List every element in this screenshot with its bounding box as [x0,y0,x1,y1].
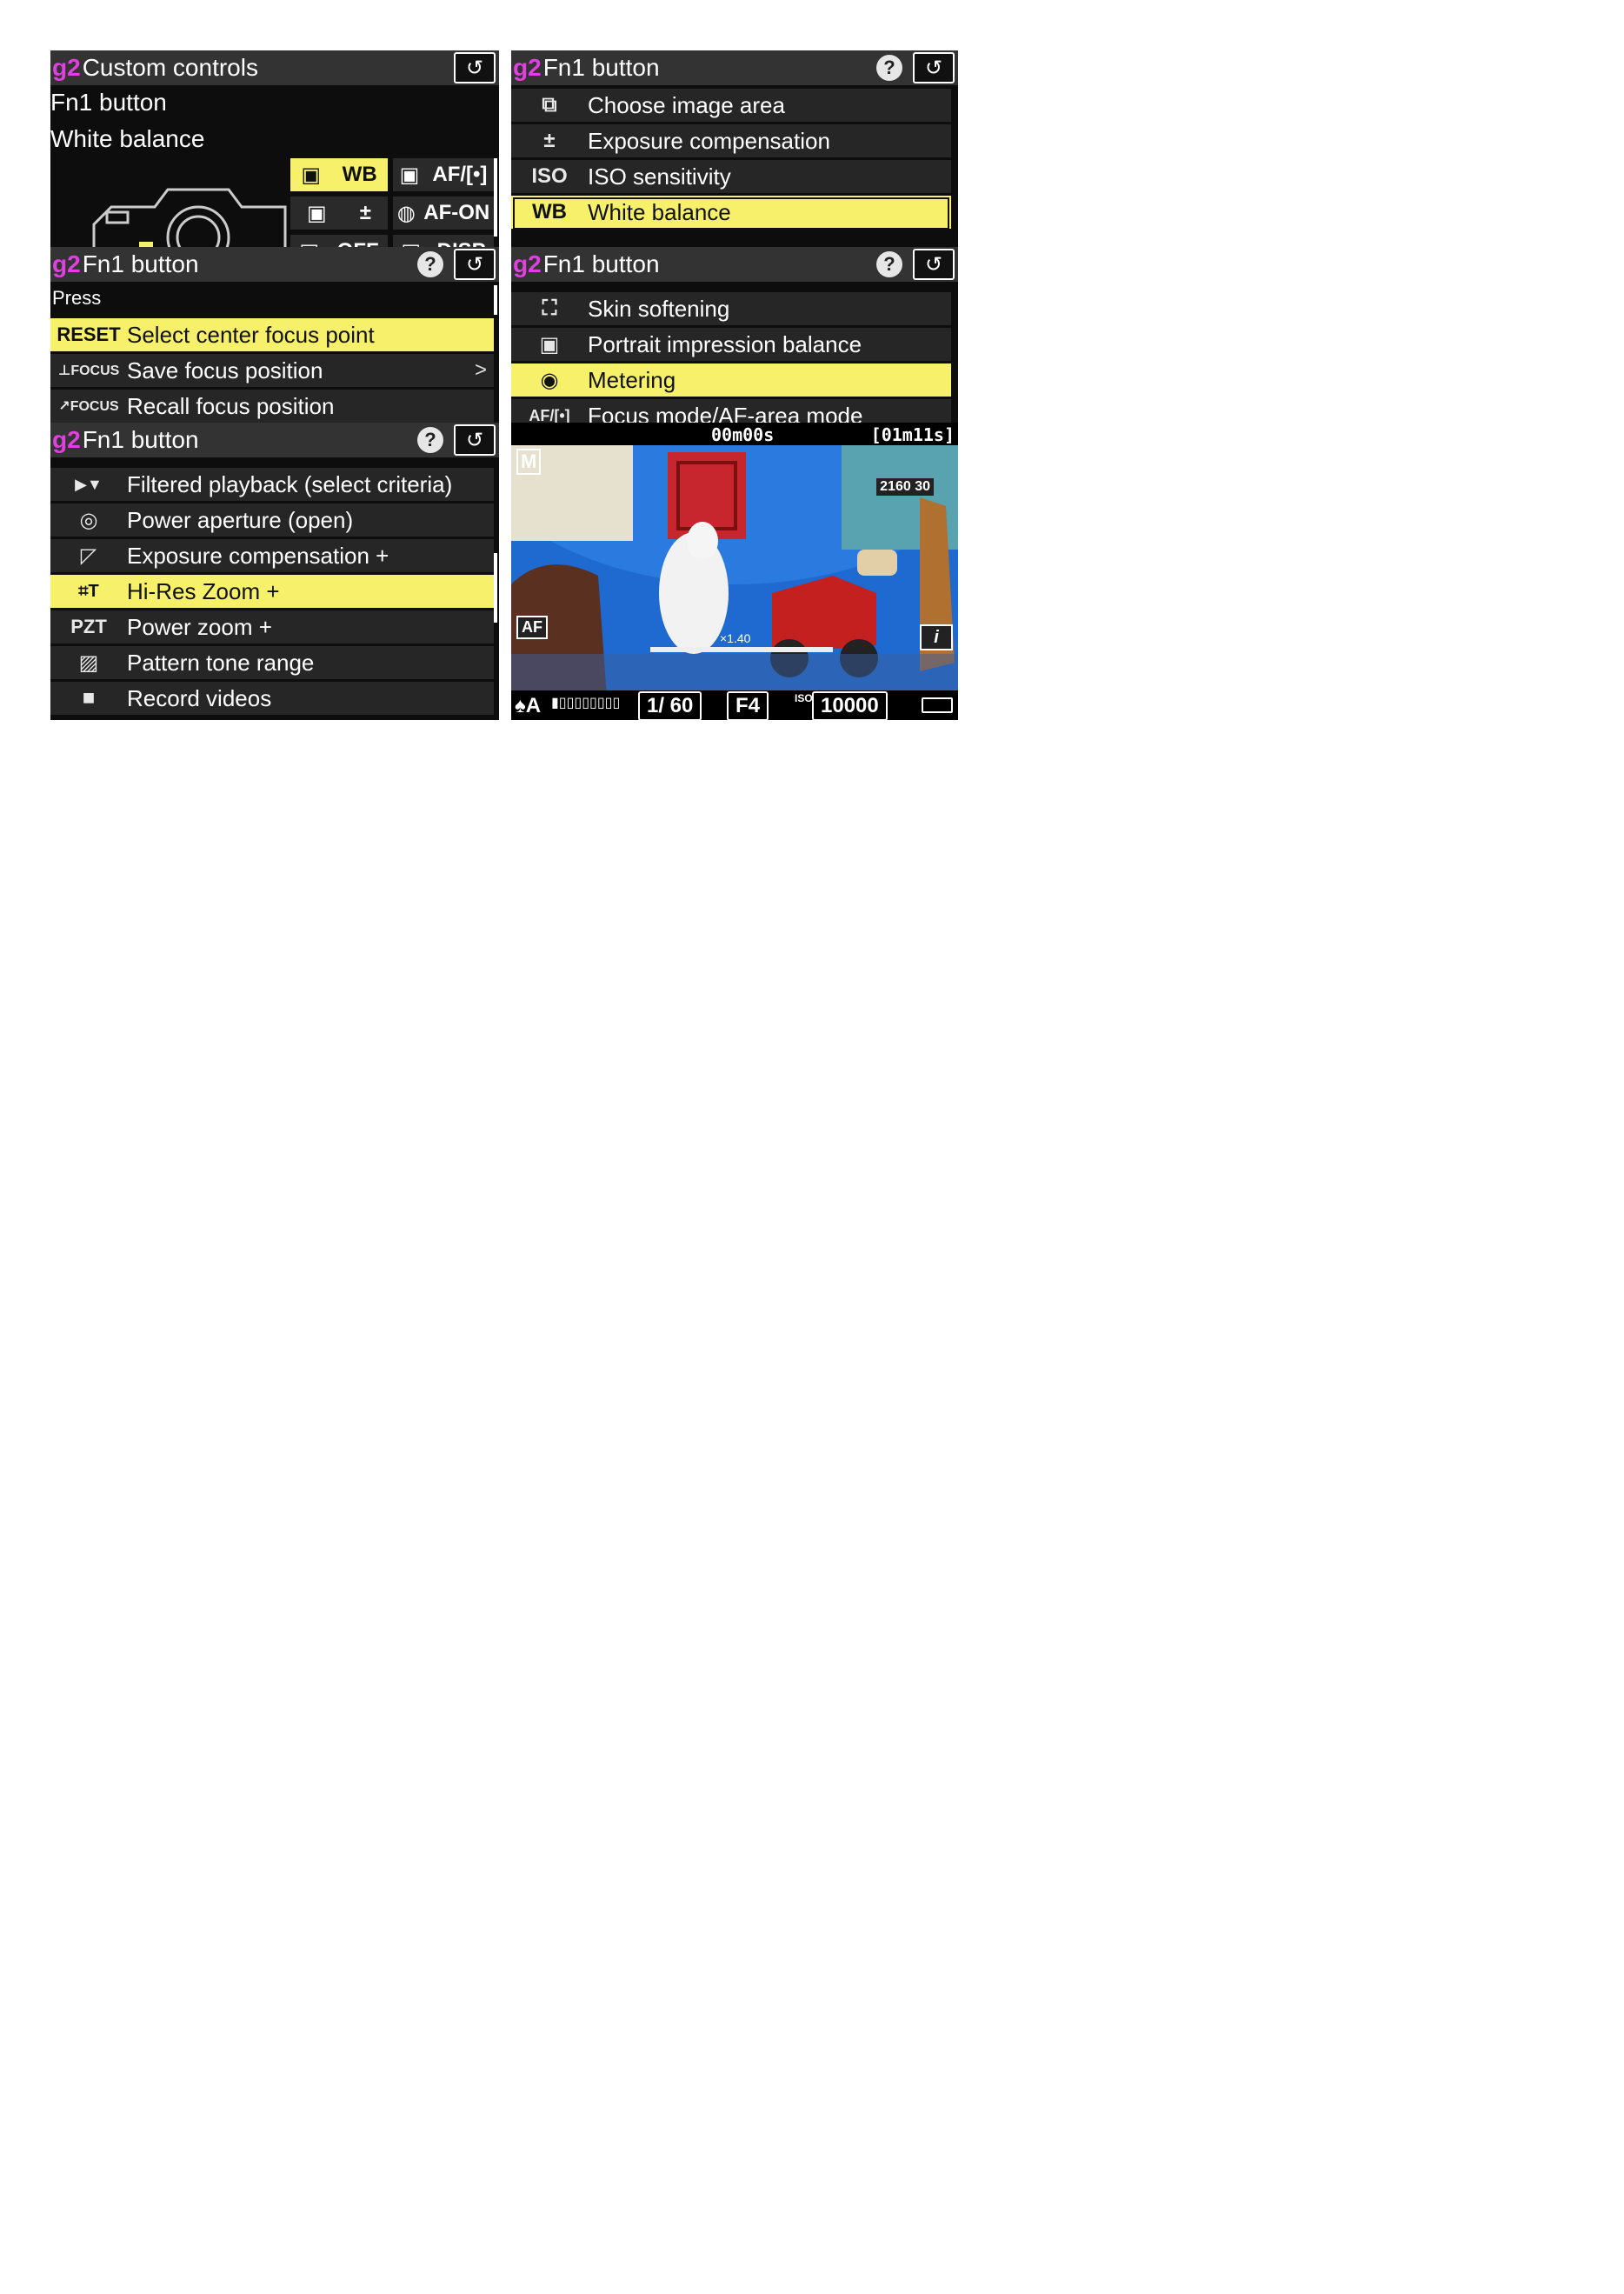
section-tag: g2 [513,54,542,81]
menu-item-portrait-impression-balance[interactable]: ▣ Portrait impression balance [511,328,951,363]
record-timer: 00m00s [711,424,775,445]
grid-cell-af-area[interactable]: ▣ AF/[•] [393,158,494,191]
menu-title: Fn1 button [542,54,660,81]
fn1-menu-panel-a: g2 Fn1 button ? ↺ ⧉ Choose image area ± … [511,50,958,247]
menu-header: g2 Custom controls ↺ [50,50,499,85]
menu-item-skin-softening[interactable]: ⛶ Skin softening [511,292,951,328]
remaining-time: [01m11s] [870,424,955,445]
help-icon[interactable]: ? [876,55,902,81]
menu-item-filtered-playback[interactable]: ▶▼ Filtered playback (select criteria) [50,468,494,503]
scrollbar[interactable] [494,158,497,237]
back-icon[interactable]: ↺ [454,249,496,280]
shutter-speed[interactable]: 1/ 60 [638,691,702,720]
menu-item-focus-mode[interactable]: AF/[•] Focus mode/AF-area mode [511,399,951,423]
section-tag: g2 [52,54,81,81]
help-icon[interactable]: ? [417,427,443,453]
section-tag: g2 [52,250,81,277]
section-tag: g2 [513,250,542,277]
info-icon[interactable]: i [920,624,953,650]
movie-camera-icon: ■ [82,686,96,710]
menu-item-record-videos[interactable]: ■ Record videos [50,682,494,717]
section-tag: g2 [52,426,81,453]
fn1-menu-panel-c: g2 Fn1 button ? ↺ ⛶ Skin softening ▣ Por… [511,247,958,423]
exposure-plus-icon: ◸ [80,543,97,568]
menu-item-power-zoom[interactable]: PZT Power zoom + [50,610,494,646]
fn1-menu-panel-d: g2 Fn1 button ? ↺ ▶▼ Filtered playback (… [50,423,499,720]
fn1-menu-panel-b: g2 Fn1 button ? ↺ Press RESET Select cen… [50,247,499,423]
menu-title: Fn1 button [82,250,199,277]
af-area-icon: AF/[•] [529,406,570,423]
grid-cell-wb[interactable]: ▣ WB [290,158,388,191]
scrollbar[interactable] [494,553,497,623]
back-icon[interactable]: ↺ [454,424,496,456]
power-zoom-icon: PZT [70,616,107,637]
zoom-level: ×1.40 [720,631,751,645]
menu-item-recall-focus-position[interactable]: ↗FOCUS Recall focus position [50,390,494,423]
back-icon[interactable]: ↺ [913,249,955,280]
menu-item-choose-image-area[interactable]: ⧉ Choose image area [511,89,951,124]
assigned-function-label: White balance [50,125,205,152]
menu-item-iso-sensitivity[interactable]: ISO ISO sensitivity [511,160,951,196]
menu-item-exposure-compensation-plus[interactable]: ◸ Exposure compensation + [50,539,494,575]
grid-cell-af-on[interactable]: ◍ AF-ON [393,197,494,230]
menu-item-exposure-compensation[interactable]: ± Exposure compensation [511,124,951,160]
menu-header: g2 Fn1 button ? ↺ [511,247,958,282]
portrait-icon: ▣ [539,332,560,357]
menu-title: Fn1 button [542,250,660,277]
image-area-icon: ⧉ [542,93,557,117]
af-mode-indicator[interactable]: AF [516,616,548,639]
menu-item-hi-res-zoom[interactable]: ⌗T Hi-Res Zoom + [50,575,494,610]
save-focus-icon: ⊥FOCUS [57,363,120,378]
help-icon[interactable]: ? [417,251,443,277]
help-icon[interactable]: ? [876,251,902,277]
menu-item-power-aperture[interactable]: ◎ Power aperture (open) [50,503,494,539]
pattern-tone-icon: ▨ [78,650,99,675]
aperture-value[interactable]: F4 [727,691,769,720]
menu-item-save-focus-position[interactable]: ⊥FOCUS Save focus position > [50,354,494,390]
grid-cell-off[interactable]: ▣OFF [290,235,388,247]
menu-item-metering[interactable]: ◉ Metering [511,363,951,399]
menu-header: g2 Fn1 button ? ↺ [50,247,499,282]
custom-controls-panel: g2 Custom controls ↺ Fn1 button White ba… [50,50,499,247]
top-status-bar: 00m00s [01m11s] [511,423,958,445]
menu-title: Custom controls [82,54,258,81]
mic-icon: ♠A [515,694,542,717]
video-resolution-badge: 2160 30 [876,478,934,496]
battery-icon [922,697,953,713]
iso-value[interactable]: 10000 [812,691,888,720]
zoom-bar [650,647,833,652]
chevron-right-icon: > [474,358,487,382]
live-view-panel: 00m00s [01m11s] M 2160 30 AF ×1.40 i ♠A … [511,423,958,720]
press-subheader: Press [52,287,102,309]
recall-focus-icon: ↗FOCUS [58,399,119,414]
exposure-icon: ± [543,129,556,152]
iso-icon: ISO [531,164,568,188]
audio-level-meter: ▮▯▯▯▯▯▯▯▯ [551,696,621,710]
metering-icon: ◉ [540,368,559,392]
back-icon[interactable]: ↺ [913,52,955,83]
menu-header: g2 Fn1 button ? ↺ [511,50,958,85]
hi-res-zoom-icon: ⌗T [78,581,99,601]
skin-softening-icon: ⛶ [542,297,557,320]
exposure-bar: ♠A ▮▯▯▯▯▯▯▯▯ 1/ 60 F4 ISO 10000 [511,690,958,720]
grid-cell-disp[interactable]: ▣DISP [393,235,494,247]
wb-icon: WB [532,200,567,223]
fn1-label: Fn1 button [50,89,167,116]
menu-header: g2 Fn1 button ? ↺ [50,423,499,457]
menu-title: Fn1 button [82,426,199,453]
reset-icon: RESET [57,323,121,345]
menu-item-pattern-tone-range[interactable]: ▨ Pattern tone range [50,646,494,682]
iso-label: ISO [795,692,813,704]
scrollbar[interactable] [494,285,497,315]
shooting-mode: M [516,449,542,475]
grid-cell-exposure[interactable]: ▣ ± [290,197,388,230]
filtered-playback-icon: ▶▼ [75,475,103,493]
camera-illustration [92,188,287,247]
menu-item-white-balance[interactable]: WB White balance [511,196,951,231]
aperture-icon: ◎ [79,508,98,532]
back-icon[interactable]: ↺ [454,52,496,83]
menu-item-select-center-focus-point[interactable]: RESET Select center focus point [50,318,494,354]
